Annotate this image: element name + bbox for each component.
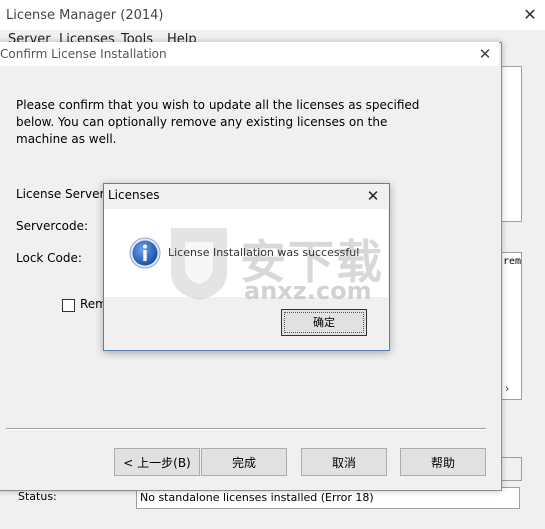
confirm-close-icon[interactable]: ✕ <box>476 45 494 63</box>
cancel-button[interactable]: 取消 <box>301 448 387 476</box>
outer-window-title: License Manager (2014) <box>6 8 164 23</box>
dialog-separator <box>6 428 486 430</box>
servercode-label: Servercode: <box>16 219 89 233</box>
status-value: No standalone licenses installed (Error … <box>140 491 374 504</box>
lock-code-label: Lock Code: <box>16 251 82 265</box>
message-box-close-icon[interactable]: ✕ <box>364 187 382 205</box>
confirm-message-line-3: machine as well. <box>16 132 117 146</box>
watermark-url: anxz.com <box>244 277 372 305</box>
remove-licenses-checkbox[interactable] <box>62 299 75 312</box>
help-button[interactable]: 帮助 <box>400 448 486 476</box>
outer-close-icon[interactable]: ✕ <box>520 5 540 25</box>
info-icon <box>129 237 161 269</box>
watermark-shield-logo <box>171 228 227 300</box>
confirm-message-line-1: Please confirm that you wish to update a… <box>16 98 420 112</box>
back-button[interactable]: < 上一步(B) <box>114 448 200 476</box>
finish-button[interactable]: 完成 <box>201 448 287 476</box>
license-server-label: License Server: <box>16 187 109 201</box>
message-box-text: License Installation was successful <box>168 246 360 259</box>
lower-list-text: rem <box>503 256 522 267</box>
status-label: Status: <box>18 490 57 503</box>
scroll-right-icon[interactable]: › <box>505 382 509 395</box>
ok-button[interactable]: 确定 <box>281 309 367 336</box>
message-box-title: Licenses <box>108 188 160 202</box>
confirm-dialog-title: Confirm License Installation <box>0 47 167 61</box>
confirm-message-line-2: below. You can optionally remove any exi… <box>16 115 388 129</box>
ok-button-label: 确定 <box>313 316 335 329</box>
